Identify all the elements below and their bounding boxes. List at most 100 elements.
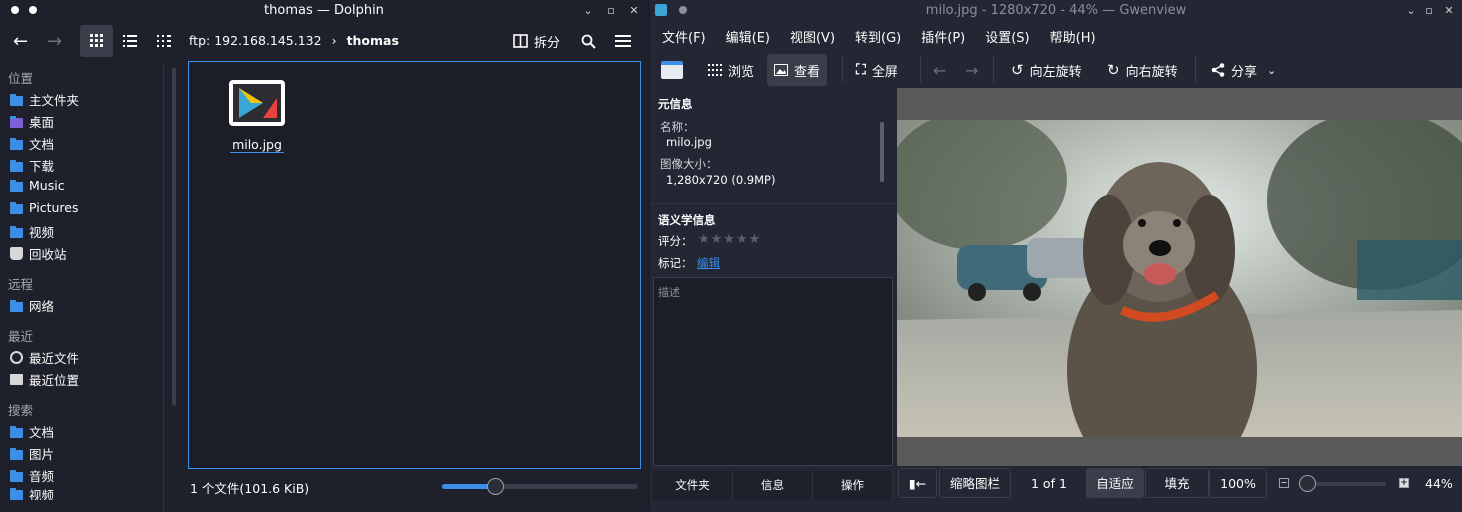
breadcrumb-current[interactable]: thomas <box>347 33 399 48</box>
thumbnail-bar-button[interactable]: 缩略图栏 <box>939 468 1011 498</box>
place-pictures[interactable]: Pictures <box>10 200 79 215</box>
view-button[interactable]: 查看 <box>767 54 828 86</box>
hamburger-menu-button[interactable] <box>608 25 638 57</box>
place-home[interactable]: 主文件夹 <box>10 90 79 109</box>
place-documents[interactable]: 文档 <box>10 134 54 153</box>
fit-button[interactable]: 自适应 <box>1086 468 1144 498</box>
place-label: 视频 <box>29 488 55 500</box>
tab-operations[interactable]: 操作 <box>813 470 893 500</box>
place-label: 回收站 <box>29 247 67 262</box>
browse-button[interactable]: 浏览 <box>701 54 761 86</box>
home-folder-icon <box>10 93 23 106</box>
section-divider <box>650 203 896 204</box>
gwenview-toolbar: 浏览 查看 ⛶ 全屏 ← → ↺ 向左旋转 ↻ 向右旋转 分享 ⌄ <box>650 52 1462 88</box>
minimize-icon[interactable]: ⌄ <box>1404 4 1418 18</box>
place-recent-locations[interactable]: 最近位置 <box>10 370 79 389</box>
panel-splitter[interactable] <box>163 62 164 512</box>
place-trash[interactable]: 回收站 <box>10 244 67 263</box>
place-desktop[interactable]: 桌面 <box>10 112 54 131</box>
menu-file[interactable]: 文件(F) <box>662 22 716 50</box>
menu-plugins[interactable]: 插件(P) <box>921 22 975 50</box>
arrow-right-icon: → <box>965 60 979 80</box>
split-button[interactable]: 拆分 <box>506 25 567 57</box>
close-icon[interactable]: ✕ <box>1442 4 1456 18</box>
menu-go[interactable]: 转到(G) <box>855 22 911 50</box>
search-button[interactable] <box>574 25 603 57</box>
details-view-button[interactable] <box>150 25 178 57</box>
rotate-left-button[interactable]: ↺ 向左旋转 <box>1004 54 1089 86</box>
back-button[interactable]: ← <box>6 25 35 57</box>
search-documents[interactable]: 文档 <box>10 422 54 441</box>
forward-button[interactable]: → <box>40 25 69 57</box>
file-item[interactable]: milo.jpg <box>227 80 287 153</box>
icons-view-button[interactable] <box>80 25 113 57</box>
window-title: milo.jpg - 1280x720 - 44% — Gwenview <box>925 3 1187 18</box>
size-label: 图像大小： <box>660 157 718 171</box>
place-downloads[interactable]: 下载 <box>10 156 54 175</box>
place-label: 桌面 <box>29 115 55 130</box>
close-icon[interactable]: ✕ <box>627 4 641 18</box>
zoom-out-icon[interactable]: − <box>1279 478 1289 488</box>
place-recent-files[interactable]: 最近文件 <box>10 348 79 367</box>
breadcrumb-host[interactable]: ftp: 192.168.145.132 <box>189 33 322 48</box>
image-viewer[interactable] <box>897 88 1462 466</box>
share-button[interactable]: 分享 ⌄ <box>1204 54 1283 86</box>
gwenview-titlebar: milo.jpg - 1280x720 - 44% — Gwenview ⌄ ▫… <box>650 0 1462 22</box>
search-icon <box>581 34 596 49</box>
search-section-title: 搜索 <box>8 403 34 418</box>
menu-view[interactable]: 视图(V) <box>790 22 845 50</box>
meta-scrollbar[interactable] <box>880 122 884 182</box>
next-button[interactable]: → <box>958 54 985 86</box>
zoom-slider[interactable] <box>1298 475 1386 492</box>
sidebar-toggle-button[interactable] <box>654 54 690 86</box>
zoom-percent: 44% <box>1425 476 1453 491</box>
search-images[interactable]: 图片 <box>10 444 54 463</box>
hamburger-icon <box>615 34 631 47</box>
semantic-section-title: 语义学信息 <box>658 213 716 227</box>
search-video[interactable]: 视频 <box>10 488 54 500</box>
downloads-folder-icon <box>10 159 23 172</box>
place-music[interactable]: Music <box>10 178 65 193</box>
tab-folders[interactable]: 文件夹 <box>653 470 733 500</box>
zoom-100-button[interactable]: 100% <box>1209 468 1267 498</box>
file-name: milo.jpg <box>230 137 284 153</box>
file-view[interactable]: milo.jpg <box>188 61 641 469</box>
trash-icon <box>10 247 23 260</box>
zoom-slider-handle[interactable] <box>486 478 504 495</box>
fill-button[interactable]: 填充 <box>1145 468 1209 498</box>
recent-section-title: 最近 <box>8 329 34 344</box>
rating-stars[interactable]: ★★★★★ <box>698 232 761 247</box>
images-search-icon <box>10 447 23 460</box>
breadcrumb[interactable]: ftp: 192.168.145.132 › thomas <box>189 33 399 48</box>
menu-settings[interactable]: 设置(S) <box>985 22 1039 50</box>
compact-view-button[interactable] <box>116 25 144 57</box>
place-network[interactable]: 网络 <box>10 296 54 315</box>
place-videos[interactable]: 视频 <box>10 222 54 241</box>
documents-search-icon <box>10 425 23 438</box>
place-label: 音频 <box>29 469 55 484</box>
maximize-icon[interactable]: ▫ <box>1422 4 1436 18</box>
view-label: 查看 <box>794 64 821 80</box>
zoom-in-icon[interactable]: + <box>1399 478 1409 488</box>
toggle-sidebar-button[interactable]: ▮← <box>898 468 937 498</box>
places-panel: 位置 主文件夹 桌面 文档 下载 Music Pictures 视频 回收站 远… <box>0 62 170 512</box>
tab-info[interactable]: 信息 <box>733 470 813 500</box>
zoom-slider-handle[interactable] <box>1298 475 1316 492</box>
places-scrollbar[interactable] <box>172 68 176 406</box>
menu-edit[interactable]: 编辑(E) <box>726 22 780 50</box>
search-audio[interactable]: 音频 <box>10 466 54 485</box>
edit-tags-link[interactable]: 编辑 <box>697 255 720 271</box>
description-placeholder: 描述 <box>658 286 680 299</box>
fullscreen-button[interactable]: ⛶ 全屏 <box>849 54 905 86</box>
zoom-slider[interactable] <box>442 478 638 495</box>
maximize-icon[interactable]: ▫ <box>604 4 618 18</box>
description-field[interactable]: 描述 <box>653 277 893 466</box>
image-icon <box>774 64 788 76</box>
split-view-icon <box>513 34 528 48</box>
rotate-right-button[interactable]: ↻ 向右旋转 <box>1100 54 1185 86</box>
previous-button[interactable]: ← <box>926 54 953 86</box>
menu-help[interactable]: 帮助(H) <box>1050 22 1106 50</box>
place-label: 网络 <box>29 299 55 314</box>
minimize-icon[interactable]: ⌄ <box>581 4 595 18</box>
desktop-folder-icon <box>10 115 23 128</box>
